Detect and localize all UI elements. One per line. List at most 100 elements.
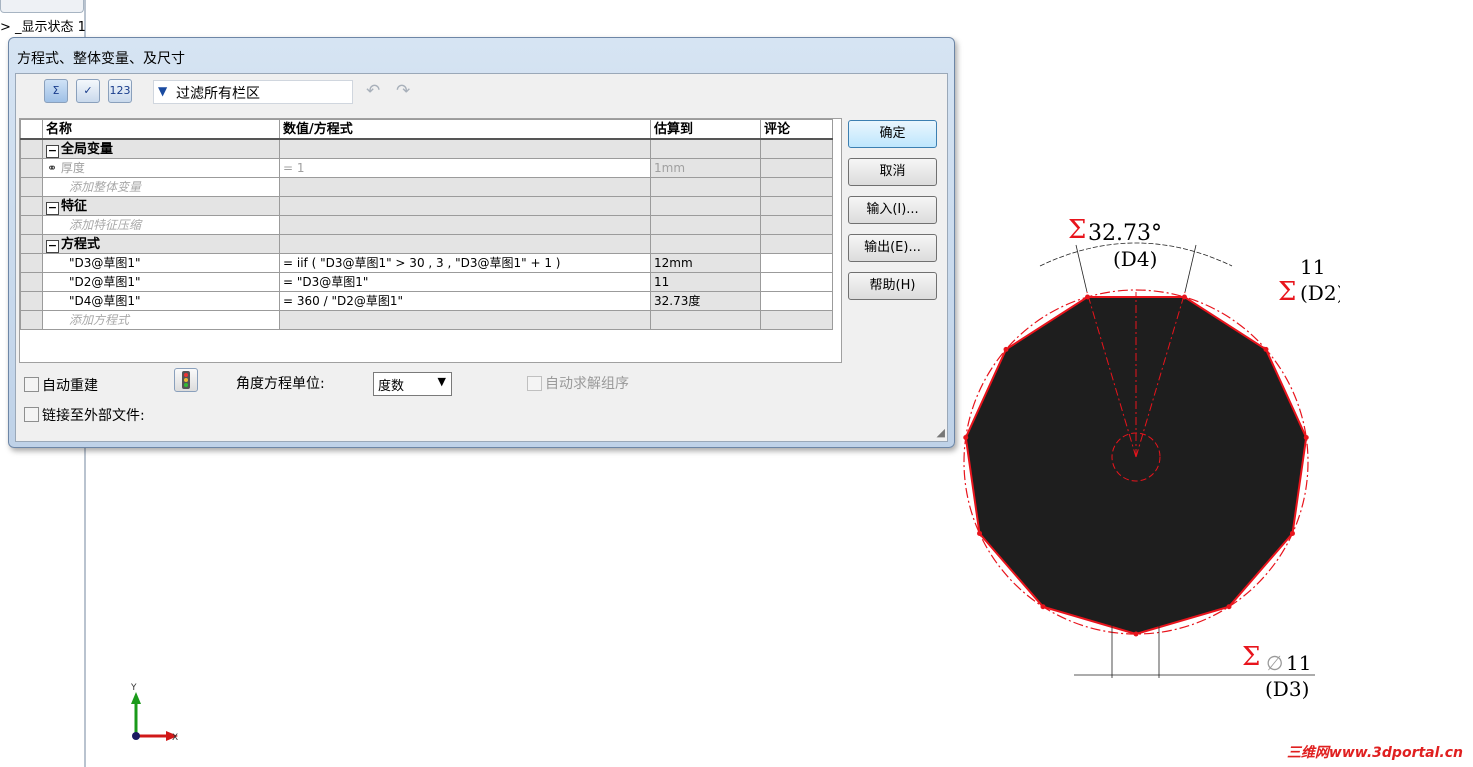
collapse-icon[interactable]: − (46, 201, 59, 215)
header-value[interactable]: 数值/方程式 (279, 119, 651, 140)
row-header[interactable] (20, 196, 43, 216)
vertex-point[interactable] (1263, 346, 1269, 352)
name-cell[interactable]: "D3@草图1" (42, 253, 280, 273)
name-cell[interactable]: "D4@草图1" (42, 291, 280, 311)
auto-rebuild-checkbox[interactable] (24, 377, 39, 392)
collapse-icon[interactable]: − (46, 239, 59, 253)
value-cell (279, 215, 651, 235)
ok-button[interactable]: 确定 (848, 120, 937, 148)
add-name-cell[interactable]: 添加方程式 (42, 310, 280, 330)
group-name: 全局变量 (61, 141, 114, 157)
row-header[interactable] (20, 177, 43, 197)
add-row[interactable]: 添加特征压缩 (20, 215, 833, 235)
chevron-down-icon: ▼ (437, 375, 446, 388)
link-icon: ⚭ (47, 160, 61, 175)
collapse-icon[interactable]: − (46, 144, 59, 158)
value-cell (279, 138, 651, 159)
row-header[interactable] (20, 253, 43, 273)
eval-cell: 11 (650, 272, 761, 292)
tree-tab[interactable] (0, 0, 84, 13)
eval-cell: 32.73度 (650, 291, 761, 311)
header-evaluates[interactable]: 估算到 (650, 119, 761, 140)
name-cell[interactable]: "D2@草图1" (42, 272, 280, 292)
help-button[interactable]: 帮助(H) (848, 272, 937, 300)
angle-unit-select[interactable]: 度数 ▼ (373, 372, 452, 396)
dimension-view-button[interactable]: 123 (108, 79, 132, 103)
row-header[interactable] (20, 234, 43, 254)
row-header[interactable] (20, 138, 43, 159)
group-name-cell[interactable]: − 特征 (42, 196, 280, 216)
y-axis-label: Y (130, 683, 137, 693)
equation-view-button[interactable]: Σ (44, 79, 68, 103)
link-external-label: 链接至外部文件: (42, 408, 145, 424)
comment-cell (760, 215, 833, 235)
row-header[interactable] (20, 215, 43, 235)
comment-cell[interactable] (760, 272, 833, 292)
resize-grip-icon[interactable]: ◢ (937, 426, 945, 439)
row-header[interactable] (20, 158, 43, 178)
link-external-checkbox[interactable] (24, 407, 39, 422)
import-button[interactable]: 输入(I)... (848, 196, 937, 224)
angle-unit-label: 角度方程单位: (236, 376, 325, 392)
count-dim-sigma: Σ (1278, 277, 1296, 307)
cancel-button[interactable]: 取消 (848, 158, 937, 186)
vertex-point[interactable] (1289, 530, 1295, 536)
sigma-filter-icon: Σ (52, 84, 60, 97)
value-cell[interactable]: = 360 / "D2@草图1" (279, 291, 651, 311)
equations-table-body: − 全局变量 ⚭ 厚度 = 1 1mm 添加整体变量 − 特征 添加特征压缩 − 方程式 "D3@草图… (20, 138, 833, 330)
table-row[interactable]: ⚭ 厚度 = 1 1mm (20, 158, 833, 178)
group-row[interactable]: − 方程式 (20, 234, 833, 254)
expand-arrow-icon[interactable]: > (0, 20, 11, 35)
vertex-point[interactable] (1040, 604, 1046, 610)
group-name-cell[interactable]: − 全局变量 (42, 138, 280, 159)
sketch-equation-view-button[interactable]: ✓ (76, 79, 100, 103)
add-name-cell[interactable]: 添加整体变量 (42, 177, 280, 197)
group-row[interactable]: − 全局变量 (20, 138, 833, 159)
comment-cell[interactable] (760, 253, 833, 273)
add-row[interactable]: 添加方程式 (20, 310, 833, 330)
value-cell[interactable]: = "D3@草图1" (279, 272, 651, 292)
vertex-point[interactable] (1003, 346, 1009, 352)
group-name-cell[interactable]: − 方程式 (42, 234, 280, 254)
group-name: 特征 (61, 198, 88, 214)
filter-text: 过滤所有栏区 (176, 86, 260, 102)
table-row[interactable]: "D4@草图1" = 360 / "D2@草图1" 32.73度 (20, 291, 833, 311)
watermark: 三维网www.3dportal.cn (1286, 745, 1463, 761)
vertex-point[interactable] (1133, 631, 1139, 637)
eval-cell (650, 310, 761, 330)
header-name[interactable]: 名称 (42, 119, 280, 140)
eval-cell: 1mm (650, 158, 761, 178)
eval-cell (650, 234, 761, 254)
vertex-point[interactable] (1226, 604, 1232, 610)
add-row[interactable]: 添加整体变量 (20, 177, 833, 197)
table-row[interactable]: "D3@草图1" = iif ( "D3@草图1" > 30 , 3 , "D3@… (20, 253, 833, 273)
add-name-cell[interactable]: 添加特征压缩 (42, 215, 280, 235)
comment-cell[interactable] (760, 291, 833, 311)
export-button[interactable]: 输出(E)... (848, 234, 937, 262)
filter-input[interactable]: ▼ 过滤所有栏区 (153, 80, 353, 104)
auto-solve-checkbox[interactable] (527, 376, 542, 391)
row-header[interactable] (20, 291, 43, 311)
vertex-point[interactable] (1303, 435, 1309, 441)
value-cell[interactable]: = iif ( "D3@草图1" > 30 , 3 , "D3@草图1" + 1… (279, 253, 651, 273)
traffic-light-button[interactable] (174, 368, 198, 392)
eval-cell: 12mm (650, 253, 761, 273)
undo-icon[interactable]: ↶ (366, 81, 380, 101)
variable-name: 厚度 (60, 160, 85, 175)
origin-point (132, 732, 140, 740)
table-row[interactable]: "D2@草图1" = "D3@草图1" 11 (20, 272, 833, 292)
vertex-point[interactable] (977, 530, 983, 536)
row-header[interactable] (20, 310, 43, 330)
row-header[interactable] (20, 272, 43, 292)
group-row[interactable]: − 特征 (20, 196, 833, 216)
header-comment[interactable]: 评论 (760, 119, 833, 140)
eval-cell (650, 215, 761, 235)
comment-cell[interactable] (760, 158, 833, 178)
diameter-dim-name: (D3) (1265, 677, 1309, 701)
value-cell[interactable]: = 1 (279, 158, 651, 178)
vertex-point[interactable] (963, 435, 969, 441)
dimension-filter-icon: 123 (109, 84, 131, 97)
tree-item-display-state[interactable]: > _显示状态 1 (0, 16, 86, 35)
name-cell[interactable]: ⚭ 厚度 (42, 158, 280, 178)
redo-icon[interactable]: ↷ (396, 81, 410, 101)
